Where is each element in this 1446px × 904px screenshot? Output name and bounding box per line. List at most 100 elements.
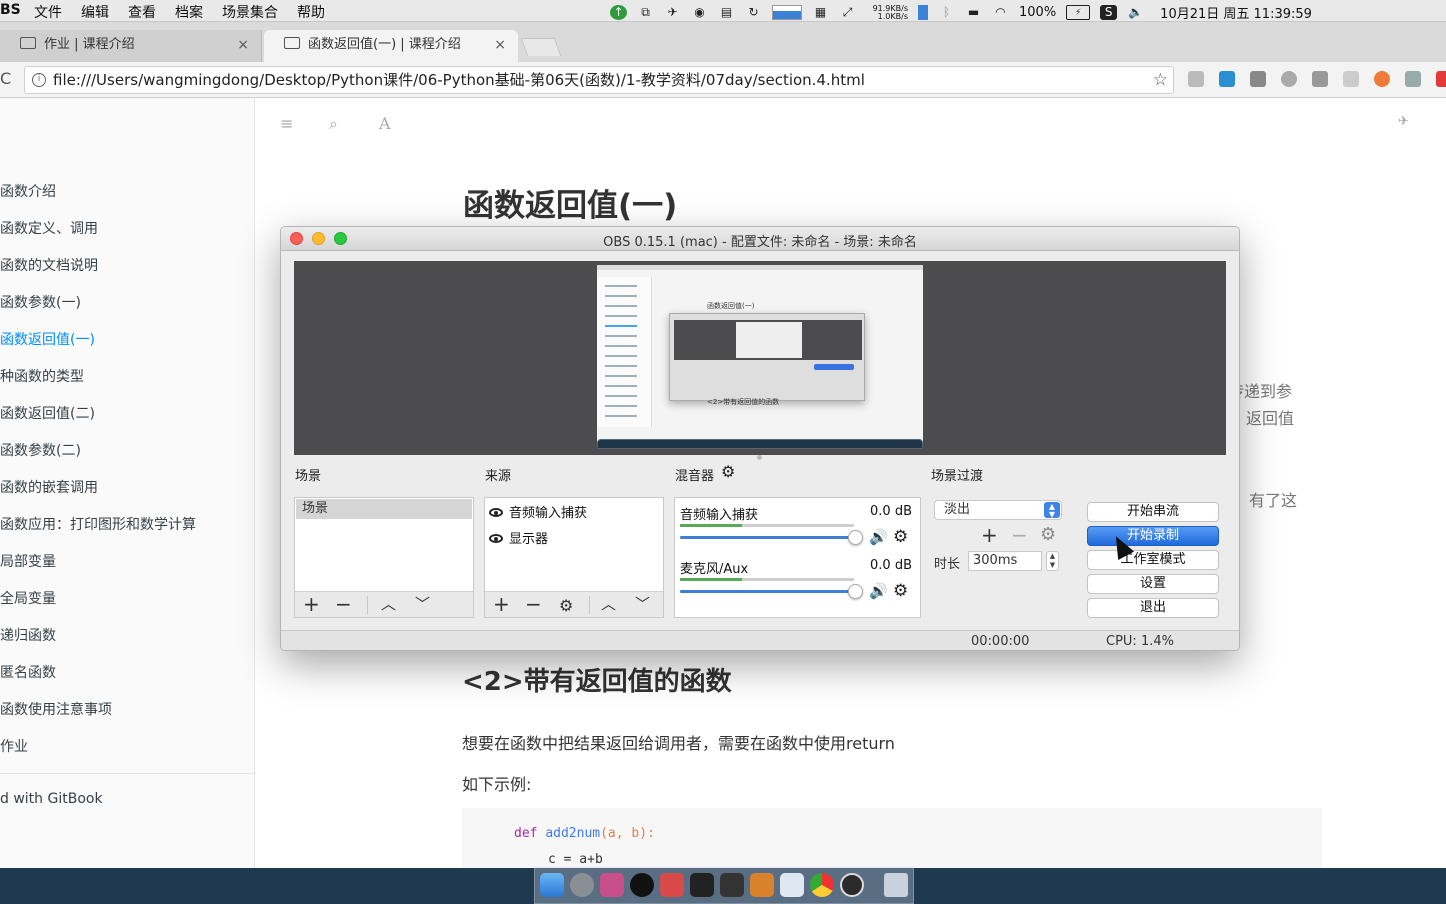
menu-help[interactable]: 帮助: [297, 2, 325, 22]
sidebar-item[interactable]: 匿名函数: [0, 662, 56, 682]
input-method-icon[interactable]: S: [1100, 5, 1118, 20]
settings-button[interactable]: 设置: [1087, 574, 1219, 594]
disk-icon[interactable]: [918, 5, 928, 20]
menu-icon[interactable]: ≡: [280, 114, 293, 133]
add-icon[interactable]: +: [493, 593, 510, 615]
menu-file[interactable]: 文件: [34, 2, 62, 22]
exit-button[interactable]: 退出: [1087, 598, 1219, 618]
speaker-icon[interactable]: 🔊: [869, 582, 888, 600]
volume-slider[interactable]: [680, 536, 854, 539]
sidebar-item[interactable]: 函数的文档说明: [0, 255, 98, 275]
extension-1-icon[interactable]: [1188, 71, 1204, 87]
remove-transition-icon[interactable]: −: [1011, 523, 1028, 547]
fan-icon[interactable]: ⤢: [839, 5, 856, 20]
gitbook-link[interactable]: d with GitBook: [0, 791, 103, 807]
gear-icon[interactable]: ⚙: [893, 527, 908, 547]
scene-list-item[interactable]: 场景: [296, 499, 472, 519]
sidebar-item[interactable]: 函数参数(一): [0, 292, 81, 312]
battery-icon[interactable]: ⚡: [1066, 5, 1091, 20]
browser-tab-2[interactable]: 函数返回值(一) | 课程介绍 ×: [264, 30, 518, 62]
eye-icon[interactable]: [489, 508, 503, 517]
reload-icon[interactable]: C: [0, 69, 11, 88]
cpu-graph-icon[interactable]: [772, 5, 802, 20]
clock[interactable]: 10月21日 周五 11:39:59: [1160, 3, 1312, 22]
extension-7-icon[interactable]: [1374, 71, 1390, 87]
plane-icon[interactable]: ✈: [664, 5, 681, 20]
search-icon[interactable]: ⌕: [329, 114, 338, 134]
twitter-icon[interactable]: ✈: [1398, 114, 1409, 129]
upload-icon[interactable]: ↑: [610, 5, 627, 20]
sidebar-item[interactable]: 函数参数(二): [0, 440, 81, 460]
sync-icon[interactable]: ↻: [745, 5, 762, 20]
sidebar-item[interactable]: 递归函数: [0, 625, 56, 645]
window-icon[interactable]: ⧉: [637, 5, 654, 20]
start-recording-button[interactable]: 开始录制: [1087, 526, 1219, 546]
volume-slider-knob[interactable]: [848, 584, 863, 599]
duration-stepper[interactable]: ▲ ▼: [1046, 551, 1059, 571]
move-down-icon[interactable]: ﹀: [635, 593, 650, 615]
volume-slider-knob[interactable]: [848, 530, 863, 545]
eye-icon[interactable]: [489, 534, 503, 543]
extension-9-icon[interactable]: [1436, 71, 1446, 87]
wifi-icon[interactable]: ◠: [992, 5, 1009, 20]
move-down-icon[interactable]: ﹀: [415, 593, 430, 615]
gear-icon[interactable]: ⚙: [559, 595, 573, 617]
qq-icon[interactable]: [630, 873, 654, 897]
remove-icon[interactable]: −: [525, 593, 542, 615]
start-streaming-button[interactable]: 开始串流: [1087, 502, 1219, 522]
ip-icon[interactable]: [1343, 71, 1359, 87]
menu-edit[interactable]: 编辑: [81, 2, 109, 22]
app-menu-name[interactable]: BS: [0, 2, 21, 18]
menu-view[interactable]: 查看: [128, 2, 156, 22]
sublime-icon[interactable]: [750, 873, 774, 897]
duration-input[interactable]: 300ms: [968, 551, 1042, 571]
volume-icon[interactable]: 🔈: [1127, 5, 1144, 20]
font-settings-icon[interactable]: A: [379, 114, 391, 133]
mixer-gear-icon[interactable]: ⚙: [721, 462, 735, 481]
studio-mode-button[interactable]: 工作室模式: [1087, 550, 1219, 570]
info-icon[interactable]: i: [32, 73, 46, 87]
sidebar-item[interactable]: 函数返回值(二): [0, 403, 95, 423]
sidebar-item[interactable]: 函数的嵌套调用: [0, 477, 98, 497]
browser-tab-1[interactable]: 作业 | 课程介绍 ×: [0, 30, 262, 62]
extension-8-icon[interactable]: [1405, 71, 1421, 87]
sidebar-item[interactable]: 函数介绍: [0, 181, 56, 201]
sidebar-item[interactable]: 种函数的类型: [0, 366, 84, 386]
bookmark-star-icon[interactable]: ☆: [1153, 67, 1168, 93]
bluetooth-icon[interactable]: ᛒ: [938, 5, 955, 20]
sidebar-item[interactable]: 函数定义、调用: [0, 218, 98, 238]
source-item[interactable]: 显示器: [489, 528, 548, 547]
obs-titlebar[interactable]: OBS 0.15.1 (mac) - 配置文件: 未命名 - 场景: 未命名: [281, 227, 1239, 251]
chrome-icon[interactable]: [810, 873, 834, 897]
utility-icon[interactable]: [780, 873, 804, 897]
url-text[interactable]: file:///Users/wangmingdong/Desktop/Pytho…: [53, 67, 865, 93]
monitor-icon[interactable]: ▤: [718, 5, 735, 20]
transition-gear-icon[interactable]: ⚙: [1040, 524, 1056, 545]
add-transition-icon[interactable]: +: [981, 523, 998, 547]
gear-icon[interactable]: ⚙: [893, 581, 908, 601]
speaker-icon[interactable]: 🔊: [869, 528, 888, 546]
trash-icon[interactable]: [884, 873, 908, 897]
finder-icon[interactable]: [540, 873, 564, 897]
obs-icon[interactable]: [840, 873, 864, 897]
launchpad-icon[interactable]: [570, 873, 594, 897]
qr-icon[interactable]: [1250, 71, 1266, 87]
menu-profile[interactable]: 档案: [175, 2, 203, 22]
new-tab-button[interactable]: [520, 38, 562, 56]
extension-5-icon[interactable]: [1312, 71, 1328, 87]
sidebar-item[interactable]: 函数应用：打印图形和数学计算: [0, 514, 196, 534]
address-bar[interactable]: i file:///Users/wangmingdong/Desktop/Pyt…: [24, 66, 1174, 94]
terminal-icon[interactable]: [690, 873, 714, 897]
sidebar-item[interactable]: 局部变量: [0, 551, 56, 571]
keyboard-icon[interactable]: ▬: [965, 5, 982, 20]
move-up-icon[interactable]: ︿: [601, 593, 616, 615]
obs-tray-icon[interactable]: ◉: [691, 5, 708, 20]
memory-icon[interactable]: ▦: [812, 5, 829, 20]
transition-select[interactable]: 淡出 ▲ ▼: [934, 500, 1062, 520]
menu-scene-collection[interactable]: 场景集合: [222, 2, 278, 22]
extension-4-icon[interactable]: [1281, 71, 1297, 87]
remove-icon[interactable]: −: [335, 593, 352, 615]
move-up-icon[interactable]: ︿: [381, 593, 396, 615]
splitter-handle[interactable]: [757, 455, 762, 460]
photo-app-icon[interactable]: [600, 873, 624, 897]
